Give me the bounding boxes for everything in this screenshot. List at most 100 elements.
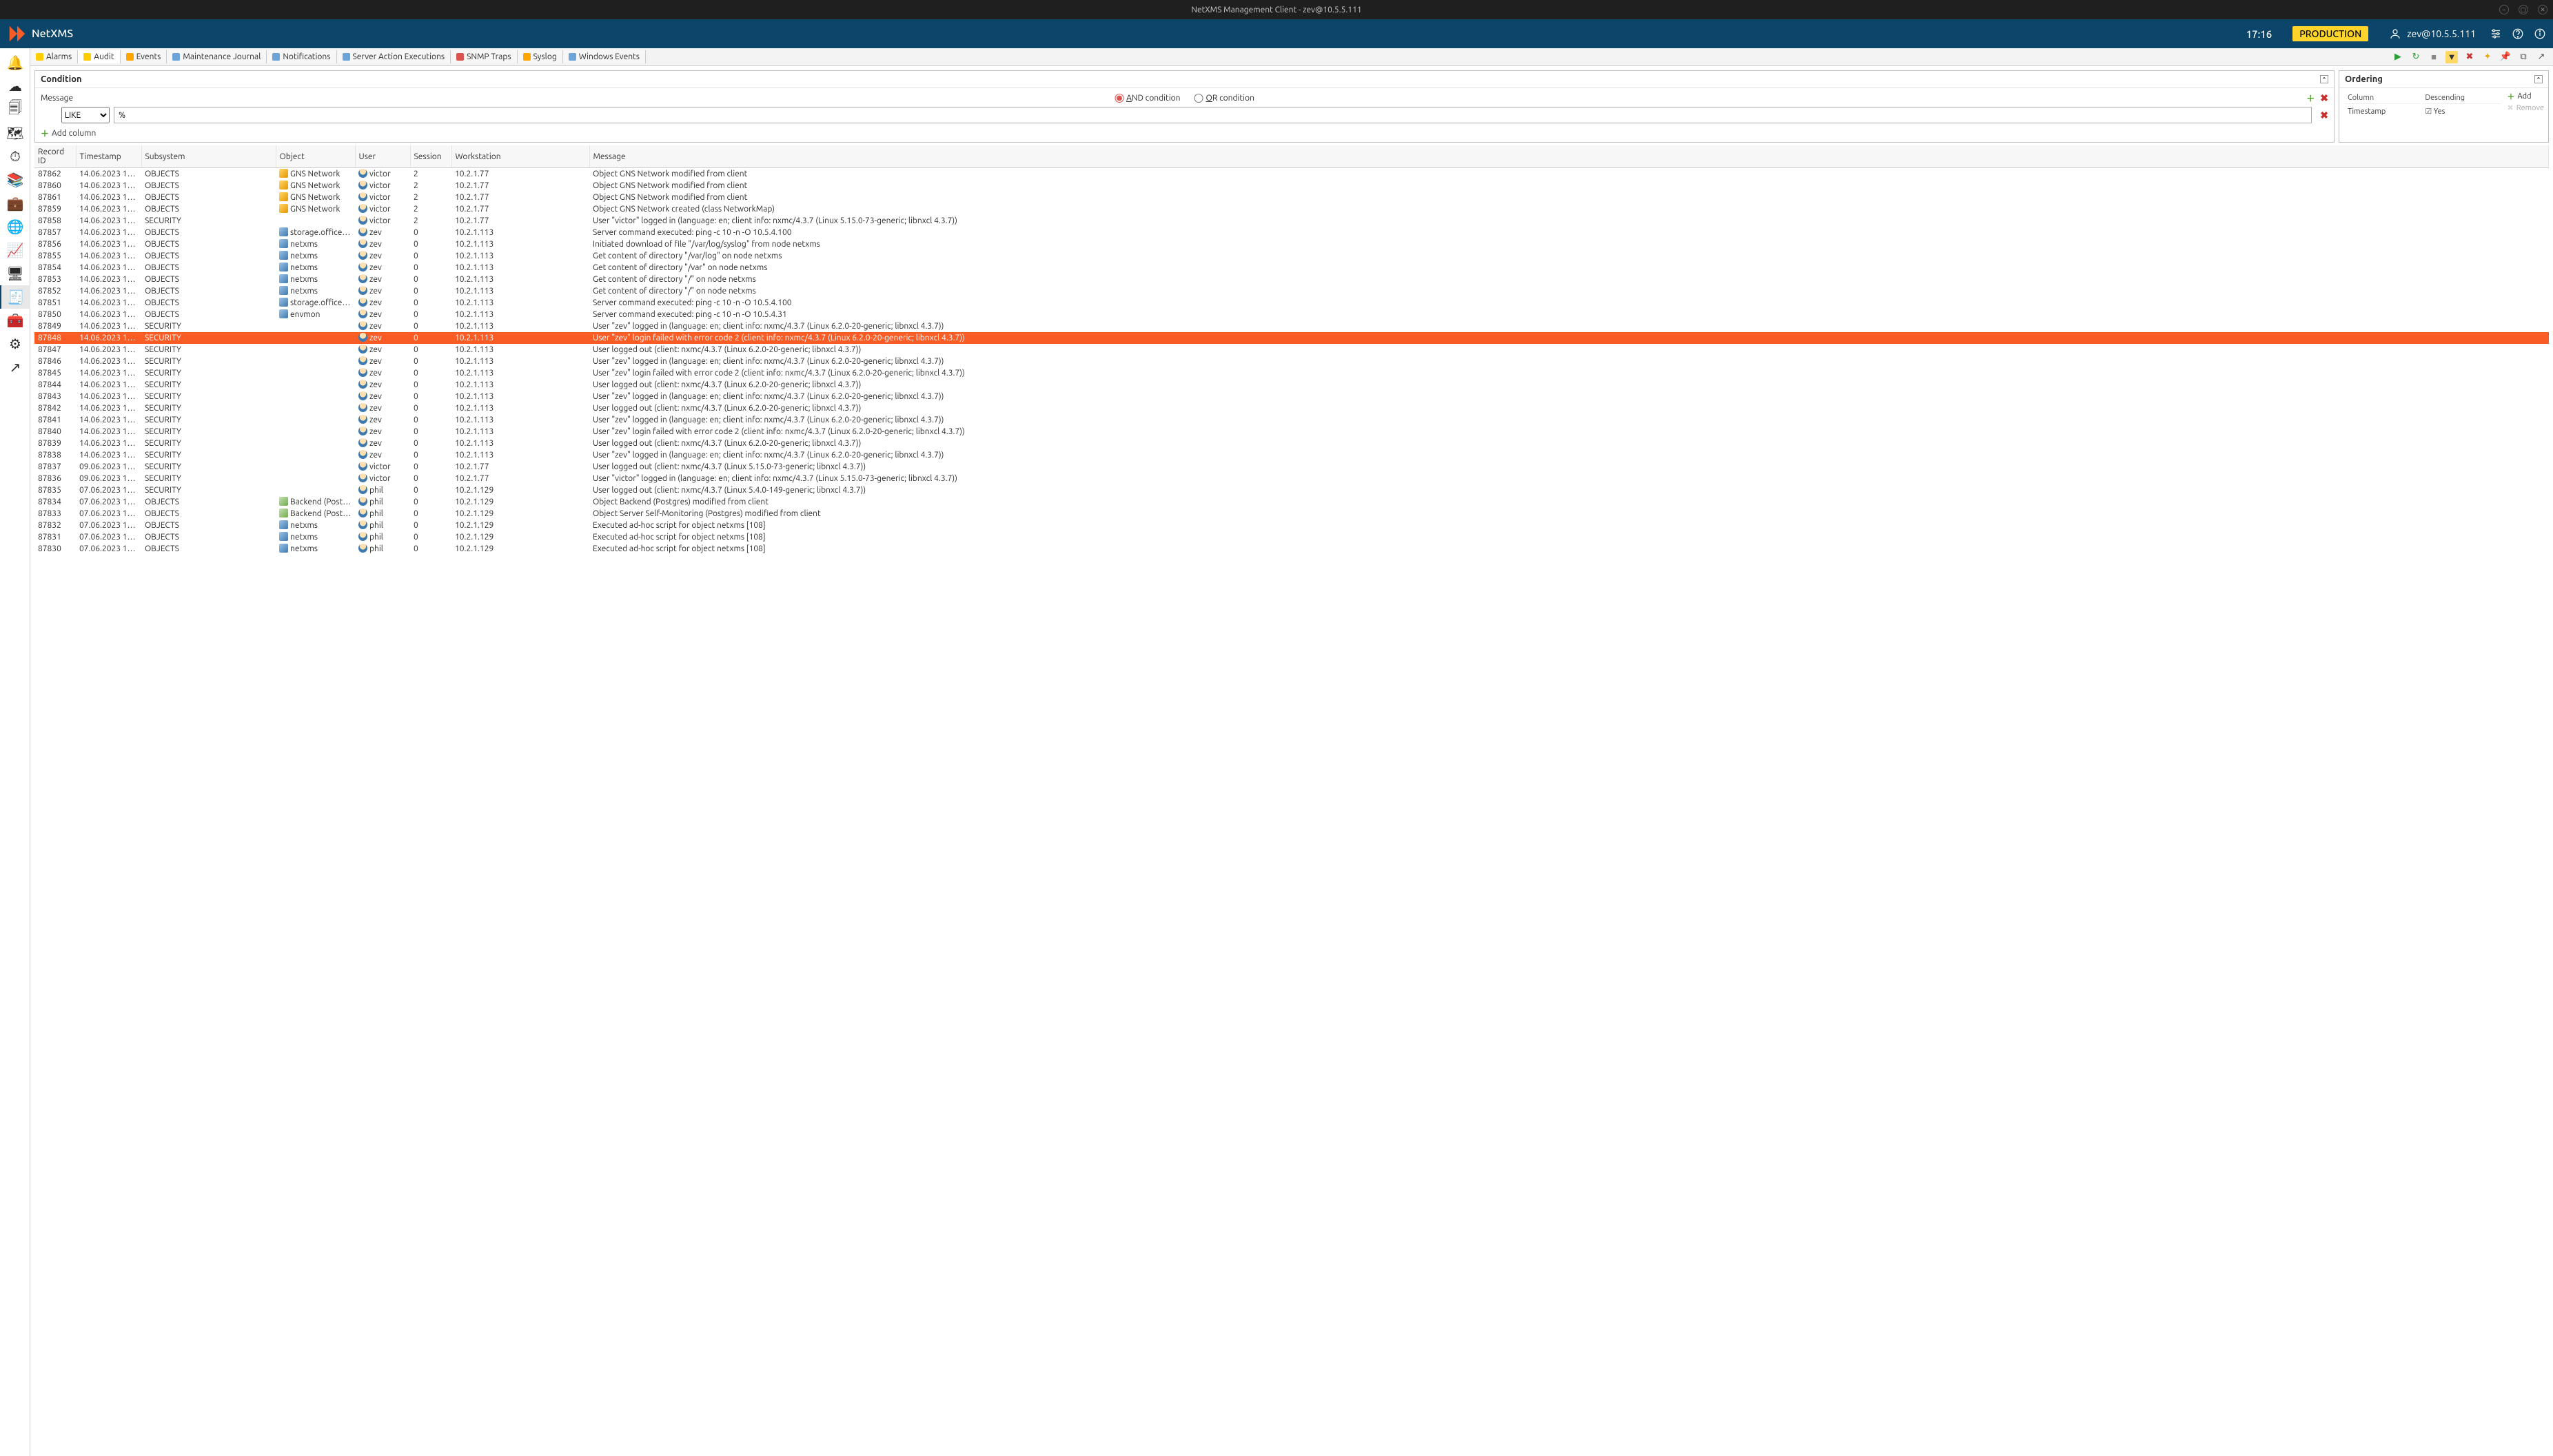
ordering-desc-header[interactable]: Descending: [2422, 92, 2501, 104]
stop-button[interactable]: ■: [2428, 51, 2440, 63]
table-row[interactable]: 8783609.06.2023 12:07:SECURITYvictor 010…: [34, 473, 2549, 484]
condition-collapse-button[interactable]: ⌃: [2320, 75, 2328, 83]
delete-row-button[interactable]: ✖: [2320, 110, 2328, 121]
table-row[interactable]: 8785514.06.2023 14:49:OBJECTSnetxmszev 0…: [34, 250, 2549, 262]
table-row[interactable]: 8786014.06.2023 16:21:OBJECTSGNS Network…: [34, 180, 2549, 192]
sidebar-config[interactable]: ⚙: [0, 332, 30, 356]
add-column-button[interactable]: ＋ Add column: [41, 127, 96, 139]
table-row[interactable]: 8785414.06.2023 14:49:OBJECTSnetxmszev 0…: [34, 262, 2549, 274]
tab-notifications[interactable]: Notifications: [267, 50, 336, 63]
settings-sliders-icon[interactable]: [2490, 28, 2502, 40]
table-row[interactable]: 8785014.06.2023 14:45:OBJECTSenvmonzev 0…: [34, 309, 2549, 320]
pin-button[interactable]: 📌: [2499, 51, 2512, 63]
sidebar-business[interactable]: 💼: [0, 192, 30, 215]
cell-timestamp: 14.06.2023 14:49:: [76, 238, 141, 250]
or-condition-radio[interactable]: OR condition: [1194, 94, 1254, 103]
help-icon[interactable]: [2512, 28, 2524, 40]
add-filter-button[interactable]: ＋: [2306, 92, 2315, 104]
sidebar-dashboards[interactable]: ☁: [0, 74, 30, 98]
table-row[interactable]: 8784614.06.2023 14:02:SECURITYzev 010.2.…: [34, 356, 2549, 367]
table-row[interactable]: 8783207.06.2023 19:05:OBJECTSnetxmsphil …: [34, 520, 2549, 531]
cell-message: Initiated download of file "/var/log/sys…: [589, 238, 2549, 250]
filter-value-input[interactable]: [114, 107, 2312, 123]
column-header-object[interactable]: Object: [276, 145, 355, 168]
table-row[interactable]: 8785714.06.2023 14:50:OBJECTSstorage.off…: [34, 227, 2549, 238]
column-header-user[interactable]: User: [355, 145, 410, 168]
table-row[interactable]: 8786214.06.2023 16:21:OBJECTSGNS Network…: [34, 168, 2549, 180]
table-row[interactable]: 8784914.06.2023 14:19:SECURITYzev 010.2.…: [34, 320, 2549, 332]
table-row[interactable]: 8783407.06.2023 19:10:OBJECTSBackend (Po…: [34, 496, 2549, 508]
column-header-subsystem[interactable]: Subsystem: [141, 145, 276, 168]
table-row[interactable]: 8785114.06.2023 14:48:OBJECTSstorage.off…: [34, 297, 2549, 309]
tab-snmp-traps[interactable]: SNMP Traps: [451, 50, 517, 63]
filter-button[interactable]: ▼: [2445, 51, 2458, 63]
column-header-timestamp[interactable]: Timestamp: [76, 145, 141, 168]
window-maximize-button[interactable]: ▢: [2519, 5, 2528, 14]
table-row[interactable]: 8784814.06.2023 14:19:SECURITYzev 010.2.…: [34, 332, 2549, 344]
tab-syslog[interactable]: Syslog: [518, 50, 563, 63]
table-row[interactable]: 8784314.06.2023 14:01:SECURITYzev 010.2.…: [34, 391, 2549, 402]
table-row[interactable]: 8784714.06.2023 14:02:SECURITYzev 010.2.…: [34, 344, 2549, 356]
window-minimize-button[interactable]: –: [2499, 5, 2509, 14]
detach-button[interactable]: ⧉: [2517, 51, 2530, 63]
info-icon[interactable]: [2534, 28, 2546, 40]
table-row[interactable]: 8785814.06.2023 16:18:SECURITYvictor 210…: [34, 215, 2549, 227]
tab-server-action-executions[interactable]: Server Action Executions: [337, 50, 451, 63]
table-row[interactable]: 8786114.06.2023 16:21:OBJECTSGNS Network…: [34, 192, 2549, 203]
sidebar-export[interactable]: ↗: [0, 356, 30, 379]
table-row[interactable]: 8784014.06.2023 13:58:SECURITYzev 010.2.…: [34, 426, 2549, 438]
sidebar-graphs[interactable]: 📈: [0, 238, 30, 262]
table-row[interactable]: 8783709.06.2023 12:18:SECURITYvictor 010…: [34, 461, 2549, 473]
table-row[interactable]: 8783307.06.2023 19:06:OBJECTSBackend (Po…: [34, 508, 2549, 520]
tab-alarms[interactable]: Alarms: [30, 50, 78, 63]
ordering-remove-button[interactable]: ✖Remove: [2508, 103, 2544, 112]
clear-filter-button[interactable]: ✦: [2481, 51, 2494, 63]
execute-button[interactable]: ▶: [2392, 51, 2404, 63]
sidebar-library[interactable]: 📚: [0, 168, 30, 192]
refresh-button[interactable]: ↻: [2410, 51, 2422, 63]
sidebar-files[interactable]: 🗐: [0, 98, 30, 121]
popout-button[interactable]: ↗: [2535, 51, 2547, 63]
window-close-button[interactable]: ✕: [2538, 5, 2547, 14]
ordering-collapse-button[interactable]: ⌃: [2534, 75, 2543, 83]
column-header-session[interactable]: Session: [410, 145, 451, 168]
and-condition-radio[interactable]: AND condition: [1115, 94, 1180, 103]
sidebar-alarms[interactable]: 🔔: [0, 51, 30, 74]
table-row[interactable]: 8784214.06.2023 14:00:SECURITYzev 010.2.…: [34, 402, 2549, 414]
sidebar-network[interactable]: 🌐: [0, 215, 30, 238]
table-row[interactable]: 8785314.06.2023 14:49:OBJECTSnetxmszev 0…: [34, 274, 2549, 285]
sidebar-performance[interactable]: ⏱: [0, 145, 30, 168]
remove-filter-button[interactable]: ✖: [2320, 92, 2328, 104]
table-row[interactable]: 8785614.06.2023 14:49:OBJECTSnetxmszev 0…: [34, 238, 2549, 250]
table-row[interactable]: 8784514.06.2023 14:02:SECURITYzev 010.2.…: [34, 367, 2549, 379]
column-header-workstation[interactable]: Workstation: [451, 145, 589, 168]
table-row[interactable]: 8784114.06.2023 13:58:SECURITYzev 010.2.…: [34, 414, 2549, 426]
table-row[interactable]: 8784414.06.2023 14:02:SECURITYzev 010.2.…: [34, 379, 2549, 391]
sidebar-monitor[interactable]: 🖥: [0, 262, 30, 285]
tab-events[interactable]: Events: [121, 50, 167, 63]
ordering-add-button[interactable]: ＋Add: [2508, 91, 2544, 102]
cell-subsystem: SECURITY: [141, 473, 276, 484]
cell-timestamp: 14.06.2023 14:02:: [76, 367, 141, 379]
table-row[interactable]: 8785914.06.2023 16:19:OBJECTSGNS Network…: [34, 203, 2549, 215]
operator-select[interactable]: LIKE: [61, 107, 110, 123]
column-header-message[interactable]: Message: [589, 145, 2549, 168]
current-user[interactable]: zev@10.5.5.111: [2389, 28, 2476, 40]
sidebar-maps[interactable]: 🗺: [0, 121, 30, 145]
tab-maintenance-journal[interactable]: Maintenance Journal: [167, 50, 267, 63]
table-row[interactable]: 8785214.06.2023 14:49:OBJECTSnetxmszev 0…: [34, 285, 2549, 297]
table-row[interactable]: 8783914.06.2023 13:58:SECURITYzev 010.2.…: [34, 438, 2549, 449]
ordering-row[interactable]: TimestampYes: [2345, 105, 2501, 117]
tab-windows-events[interactable]: Windows Events: [563, 50, 646, 63]
table-row[interactable]: 8783007.06.2023 19:05:OBJECTSnetxmsphil …: [34, 543, 2549, 555]
export-csv-button[interactable]: ✖: [2463, 51, 2476, 63]
tab-audit[interactable]: Audit: [78, 50, 120, 63]
sidebar-logs[interactable]: 🧾: [0, 285, 30, 309]
table-row[interactable]: 8783507.06.2023 19:30:SECURITYphil 010.2…: [34, 484, 2549, 496]
table-row[interactable]: 8783814.06.2023 13:57:SECURITYzev 010.2.…: [34, 449, 2549, 461]
table-row[interactable]: 8783107.06.2023 19:05:OBJECTSnetxmsphil …: [34, 531, 2549, 543]
ordering-col-header[interactable]: Column: [2345, 92, 2421, 104]
sidebar-tools[interactable]: 🧰: [0, 309, 30, 332]
tab-label: Audit: [94, 52, 114, 61]
column-header-record-id[interactable]: Record ID: [34, 145, 76, 168]
